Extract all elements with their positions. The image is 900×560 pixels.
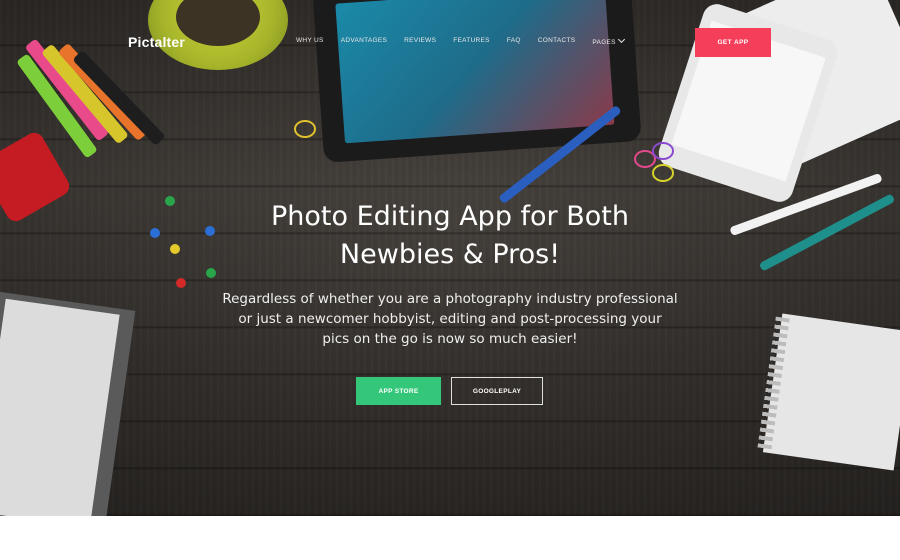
rubber-band-image — [294, 120, 316, 138]
site-logo[interactable]: Pictalter — [128, 34, 185, 50]
nav-item-why-us[interactable]: WHY US — [296, 37, 324, 46]
hero-title: Photo Editing App for Both Newbies & Pros… — [200, 198, 700, 274]
hero-description: Regardless of whether you are a photogra… — [205, 289, 695, 349]
app-store-button[interactable]: APP STORE — [356, 377, 441, 405]
main-nav: WHY US ADVANTAGES REVIEWS FEATURES FAQ C… — [296, 35, 641, 46]
pushpin-image — [165, 196, 175, 206]
pushpin-image — [170, 244, 180, 254]
chevron-down-icon — [617, 35, 625, 44]
top-navbar: Pictalter WHY US ADVANTAGES REVIEWS FEAT… — [0, 0, 900, 86]
nav-item-pages-label: PAGES — [592, 39, 616, 46]
next-section — [0, 516, 900, 560]
hero-section: Pictalter WHY US ADVANTAGES REVIEWS FEAT… — [0, 0, 900, 516]
nav-item-pages[interactable]: PAGES — [592, 35, 625, 46]
hero-description-line-3: pics on the go is now so much easier! — [322, 331, 578, 347]
hero-description-line-2: or just a newcomer hobbyist, editing and… — [238, 311, 662, 327]
get-app-button[interactable]: GET APP — [695, 28, 771, 57]
pushpin-image — [150, 228, 160, 238]
rubber-band-image — [652, 142, 674, 160]
google-play-button[interactable]: GOOGLEPLAY — [451, 377, 543, 405]
spiral-notepad-image — [757, 313, 900, 471]
nav-item-reviews[interactable]: REVIEWS — [404, 37, 436, 46]
nav-item-faq[interactable]: FAQ — [507, 37, 521, 46]
nav-item-features[interactable]: FEATURES — [453, 37, 490, 46]
nav-item-contacts[interactable]: CONTACTS — [538, 37, 576, 46]
hero-description-line-1: Regardless of whether you are a photogra… — [222, 291, 678, 307]
nav-item-advantages[interactable]: ADVANTAGES — [341, 37, 387, 46]
hero-title-line-2: Newbies & Pros! — [339, 239, 561, 270]
rubber-band-image — [652, 164, 674, 182]
hero-title-line-1: Photo Editing App for Both — [270, 201, 629, 232]
pushpin-image — [176, 278, 186, 288]
